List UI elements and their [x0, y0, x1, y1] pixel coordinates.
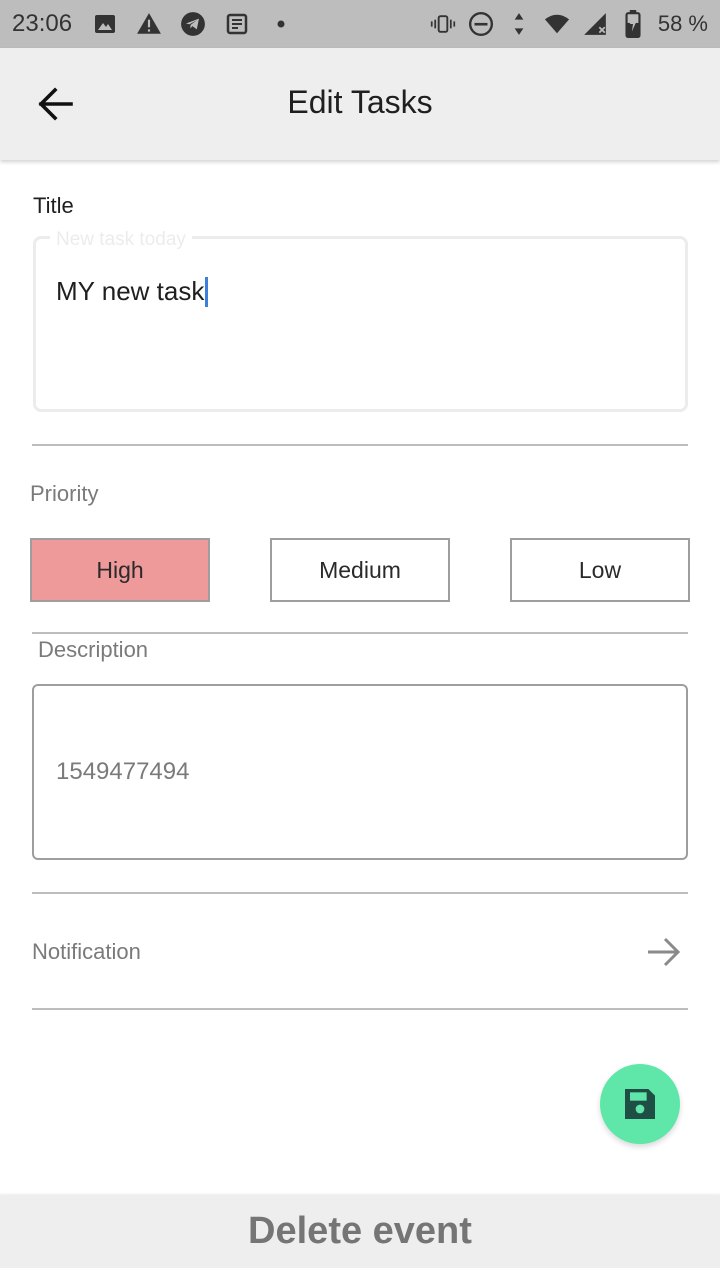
- status-bar: 23:06 58 %: [0, 0, 720, 48]
- save-icon: [625, 1089, 655, 1119]
- delete-event-label: Delete event: [248, 1210, 472, 1252]
- dot-icon: [268, 11, 294, 37]
- description-value[interactable]: 1549477494: [56, 758, 189, 786]
- status-notification-icons: [92, 11, 294, 37]
- warning-icon: [136, 11, 162, 37]
- priority-high-button[interactable]: High: [30, 538, 210, 602]
- title-text: MY new task: [56, 276, 205, 306]
- save-button[interactable]: [600, 1064, 680, 1144]
- vibrate-icon: [430, 11, 456, 37]
- priority-low-button[interactable]: Low: [510, 538, 690, 602]
- notification-row[interactable]: Notification: [32, 910, 688, 994]
- news-icon: [224, 11, 250, 37]
- divider: [32, 632, 688, 634]
- telegram-icon: [180, 11, 206, 37]
- signal-icon: [582, 11, 608, 37]
- data-arrows-icon: [506, 11, 532, 37]
- image-icon: [92, 11, 118, 37]
- priority-label: Priority: [30, 481, 99, 506]
- status-time: 23:06: [12, 10, 73, 37]
- divider: [32, 1008, 688, 1010]
- delete-event-button[interactable]: Delete event: [0, 1195, 720, 1268]
- notification-label: Notification: [32, 939, 141, 964]
- wifi-icon: [544, 11, 570, 37]
- title-placeholder: New task today: [50, 229, 192, 251]
- battery-percentage: 58 %: [657, 11, 708, 36]
- priority-medium-button[interactable]: Medium: [270, 538, 450, 602]
- title-label: Title: [33, 193, 74, 218]
- page-title: Edit Tasks: [287, 84, 433, 120]
- app-bar: Edit Tasks: [0, 48, 720, 160]
- title-input-value[interactable]: MY new task: [56, 276, 209, 307]
- status-system-icons: 58 %: [430, 10, 708, 38]
- description-label: Description: [38, 637, 149, 662]
- divider: [32, 444, 688, 446]
- text-cursor: [205, 276, 209, 307]
- divider: [32, 892, 688, 894]
- title-input[interactable]: [33, 236, 688, 412]
- battery-icon: [620, 10, 646, 38]
- do-not-disturb-icon: [468, 11, 494, 37]
- arrow-right-icon: [646, 934, 682, 970]
